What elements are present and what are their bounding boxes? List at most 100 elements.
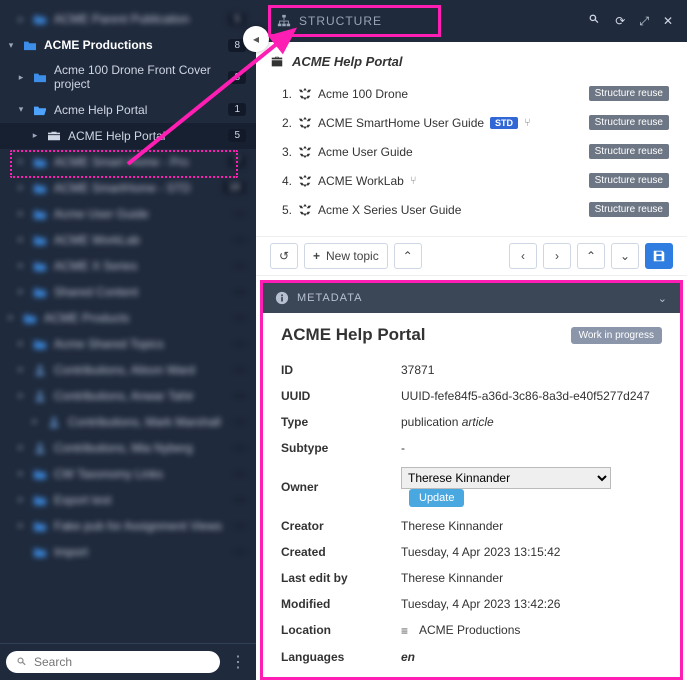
folder-icon — [32, 519, 48, 533]
publication-heading[interactable]: ACME Help Portal — [270, 54, 673, 69]
tree-item-label: ACME WorkLab — [54, 233, 230, 247]
tree-item[interactable]: ▸ACME X Series — [0, 253, 256, 279]
expand-arrow-icon[interactable]: ▸ — [16, 260, 26, 271]
tree-item[interactable]: ▸ACME Products — [0, 305, 256, 331]
nav-prev-button[interactable]: ‹ — [509, 243, 537, 269]
tree-item[interactable]: ▸ACME SmartHome - STD18 — [0, 175, 256, 201]
save-button[interactable] — [645, 243, 673, 269]
expand-arrow-icon[interactable]: ▸ — [16, 494, 26, 505]
expand-arrow-icon[interactable]: ▾ — [6, 40, 16, 51]
nav-up-button[interactable]: ⌃ — [577, 243, 605, 269]
tree-item[interactable]: ▸ CW Taxonomy Links — [0, 461, 256, 487]
expand-arrow-icon[interactable]: ▸ — [16, 182, 26, 193]
tree-item[interactable]: ▸Contributions, Mia Nyberg — [0, 435, 256, 461]
value-modified: Tuesday, 4 Apr 2023 13:42:26 — [401, 597, 662, 611]
expand-arrow-icon[interactable]: ▸ — [16, 156, 26, 167]
tree-item[interactable]: ▸ Acme Shared Topics — [0, 331, 256, 357]
value-access: Anyone — [401, 676, 662, 680]
collapse-sidebar-button[interactable]: ◂ — [243, 26, 269, 52]
search-input[interactable] — [34, 655, 210, 669]
search-input-wrap[interactable] — [6, 651, 220, 673]
expand-arrow-icon[interactable]: ▸ — [16, 286, 26, 297]
reuse-badge: Structure reuse — [589, 144, 669, 159]
tree-item[interactable]: ▸Shared Content — [0, 279, 256, 305]
tree-item-label: Acme Help Portal — [54, 103, 224, 117]
refresh-button[interactable]: ⟳ — [613, 12, 627, 30]
metadata-collapse-button[interactable]: ⌄ — [658, 292, 668, 305]
tree-item[interactable]: ▸ACME Help Portal5 — [0, 123, 256, 149]
tree-item[interactable]: ▸Contributions, Alison Ward — [0, 357, 256, 383]
history-button[interactable]: ↺ — [270, 243, 298, 269]
folder-icon — [22, 38, 38, 52]
label-location: Location — [281, 623, 401, 637]
sitemap-icon — [277, 14, 291, 28]
tree-item-label: ACME SmartHome - STD — [54, 181, 219, 195]
label-languages: Languages — [281, 650, 401, 664]
structure-item[interactable]: 5.Acme X Series User GuideStructure reus… — [270, 195, 673, 224]
label-id: ID — [281, 363, 401, 377]
tree-item[interactable]: ▸ACME Smart Home - Pro7 — [0, 149, 256, 175]
structure-item-label: ACME SmartHome User Guide — [318, 116, 484, 130]
value-location[interactable]: ≡ACME Productions — [401, 623, 662, 638]
count-badge: 5 — [228, 13, 246, 26]
expand-arrow-icon[interactable]: ▸ — [16, 72, 26, 83]
nav-down-button[interactable]: ⌄ — [611, 243, 639, 269]
tree-item[interactable]: ▸Fake pub for Assignment Views — [0, 513, 256, 539]
close-button[interactable]: ✕ — [661, 12, 675, 30]
structure-item[interactable]: 4.ACME WorkLab⑂Structure reuse — [270, 166, 673, 195]
expand-arrow-icon[interactable]: ▸ — [30, 130, 40, 141]
expand-arrow-icon[interactable]: ▸ — [16, 14, 26, 25]
tree-item-label: Contributions, Anwar Tahir — [54, 389, 230, 403]
structure-title: STRUCTURE — [299, 14, 382, 28]
structure-item-label: Acme 100 Drone — [318, 87, 408, 101]
tree-item-label: CW Taxonomy Links — [54, 467, 230, 481]
tree-item[interactable]: Import — [0, 539, 256, 565]
tree-item[interactable]: ▸Acme 100 Drone Front Cover project8 — [0, 58, 256, 97]
publication-title: ACME Help Portal — [292, 54, 403, 69]
expand-button[interactable]: ⤢ — [637, 12, 651, 31]
tree-item[interactable]: ▸ Contributions, Anwar Tahir — [0, 383, 256, 409]
expand-arrow-icon[interactable]: ▸ — [30, 416, 40, 427]
structure-topbar: STRUCTURE ⟳ ⤢ ✕ — [256, 0, 687, 42]
expand-arrow-icon[interactable]: ▾ — [16, 104, 26, 115]
tree-item-label: ACME Help Portal — [68, 129, 224, 143]
expand-arrow-icon[interactable]: ▸ — [16, 520, 26, 531]
folder-icon — [32, 181, 48, 195]
expand-arrow-icon[interactable]: ▸ — [16, 442, 26, 453]
folder-icon — [32, 337, 48, 351]
expand-arrow-icon[interactable]: ▸ — [16, 208, 26, 219]
expand-arrow-icon[interactable]: ▸ — [16, 390, 26, 401]
tree-item[interactable]: ▸ ACME WorkLab — [0, 227, 256, 253]
structure-item[interactable]: 3.Acme User GuideStructure reuse — [270, 137, 673, 166]
structure-section: ACME Help Portal 1.Acme 100 DroneStructu… — [256, 42, 687, 237]
new-topic-button[interactable]: +New topic — [304, 243, 388, 269]
search-button[interactable] — [586, 11, 603, 31]
nav-next-button[interactable]: › — [543, 243, 571, 269]
item-number: 3. — [274, 145, 292, 159]
expand-arrow-icon[interactable]: ▸ — [16, 338, 26, 349]
tree-item[interactable]: ▸Acme User Guide — [0, 201, 256, 227]
tree-item[interactable]: ▾ACME Productions8 — [0, 32, 256, 58]
tree-item-label: Acme Shared Topics — [54, 337, 230, 351]
metadata-header[interactable]: METADATA ⌄ — [263, 283, 680, 313]
expand-arrow-icon[interactable]: ▸ — [16, 234, 26, 245]
count-badge — [234, 239, 246, 241]
expand-arrow-icon[interactable]: ▸ — [16, 364, 26, 375]
update-owner-button[interactable]: Update — [409, 489, 464, 507]
tree-item[interactable]: ▾Acme Help Portal1 — [0, 97, 256, 123]
new-topic-more-button[interactable]: ⌃ — [394, 243, 422, 269]
tree-item[interactable]: ▸Export test — [0, 487, 256, 513]
structure-item[interactable]: 2.ACME SmartHome User GuideSTD⑂Structure… — [270, 108, 673, 137]
value-owner: Therese Kinnander Update — [401, 467, 662, 507]
sidebar-more-button[interactable]: ⋮ — [226, 650, 250, 674]
tree-item[interactable]: ▸ACME Parent Publication5 — [0, 6, 256, 32]
tree-item[interactable]: ▸ Contributions, Mark Marshall — [0, 409, 256, 435]
tree-item-label: Contributions, Mark Marshall — [68, 415, 230, 429]
expand-arrow-icon[interactable]: ▸ — [6, 312, 16, 323]
count-badge — [234, 395, 246, 397]
structure-item[interactable]: 1.Acme 100 DroneStructure reuse — [270, 79, 673, 108]
owner-select[interactable]: Therese Kinnander — [401, 467, 611, 489]
expand-arrow-icon[interactable]: ▸ — [16, 468, 26, 479]
count-badge — [234, 525, 246, 527]
item-number: 4. — [274, 174, 292, 188]
